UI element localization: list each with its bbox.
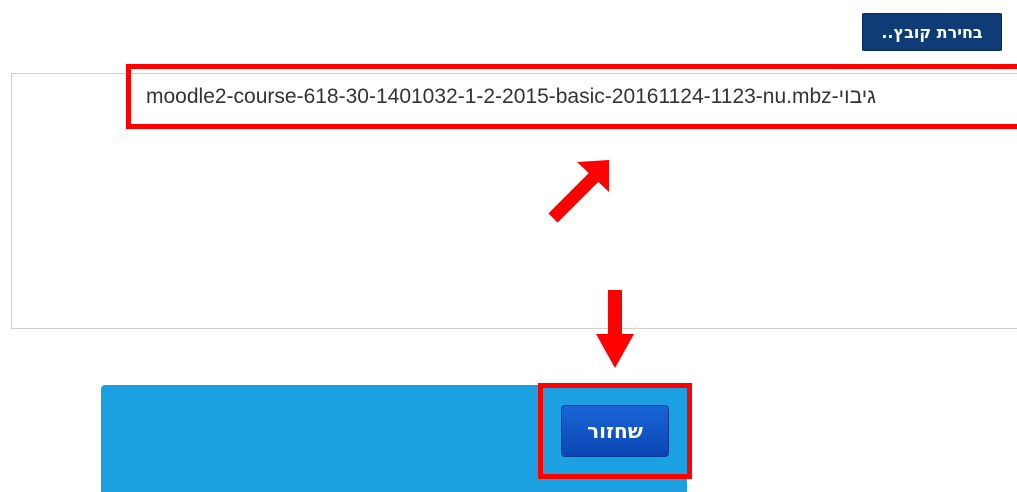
- annotation-overlay: [548, 160, 634, 368]
- arrow-down-icon: [596, 290, 634, 368]
- arrow-up-right-icon: [548, 160, 609, 223]
